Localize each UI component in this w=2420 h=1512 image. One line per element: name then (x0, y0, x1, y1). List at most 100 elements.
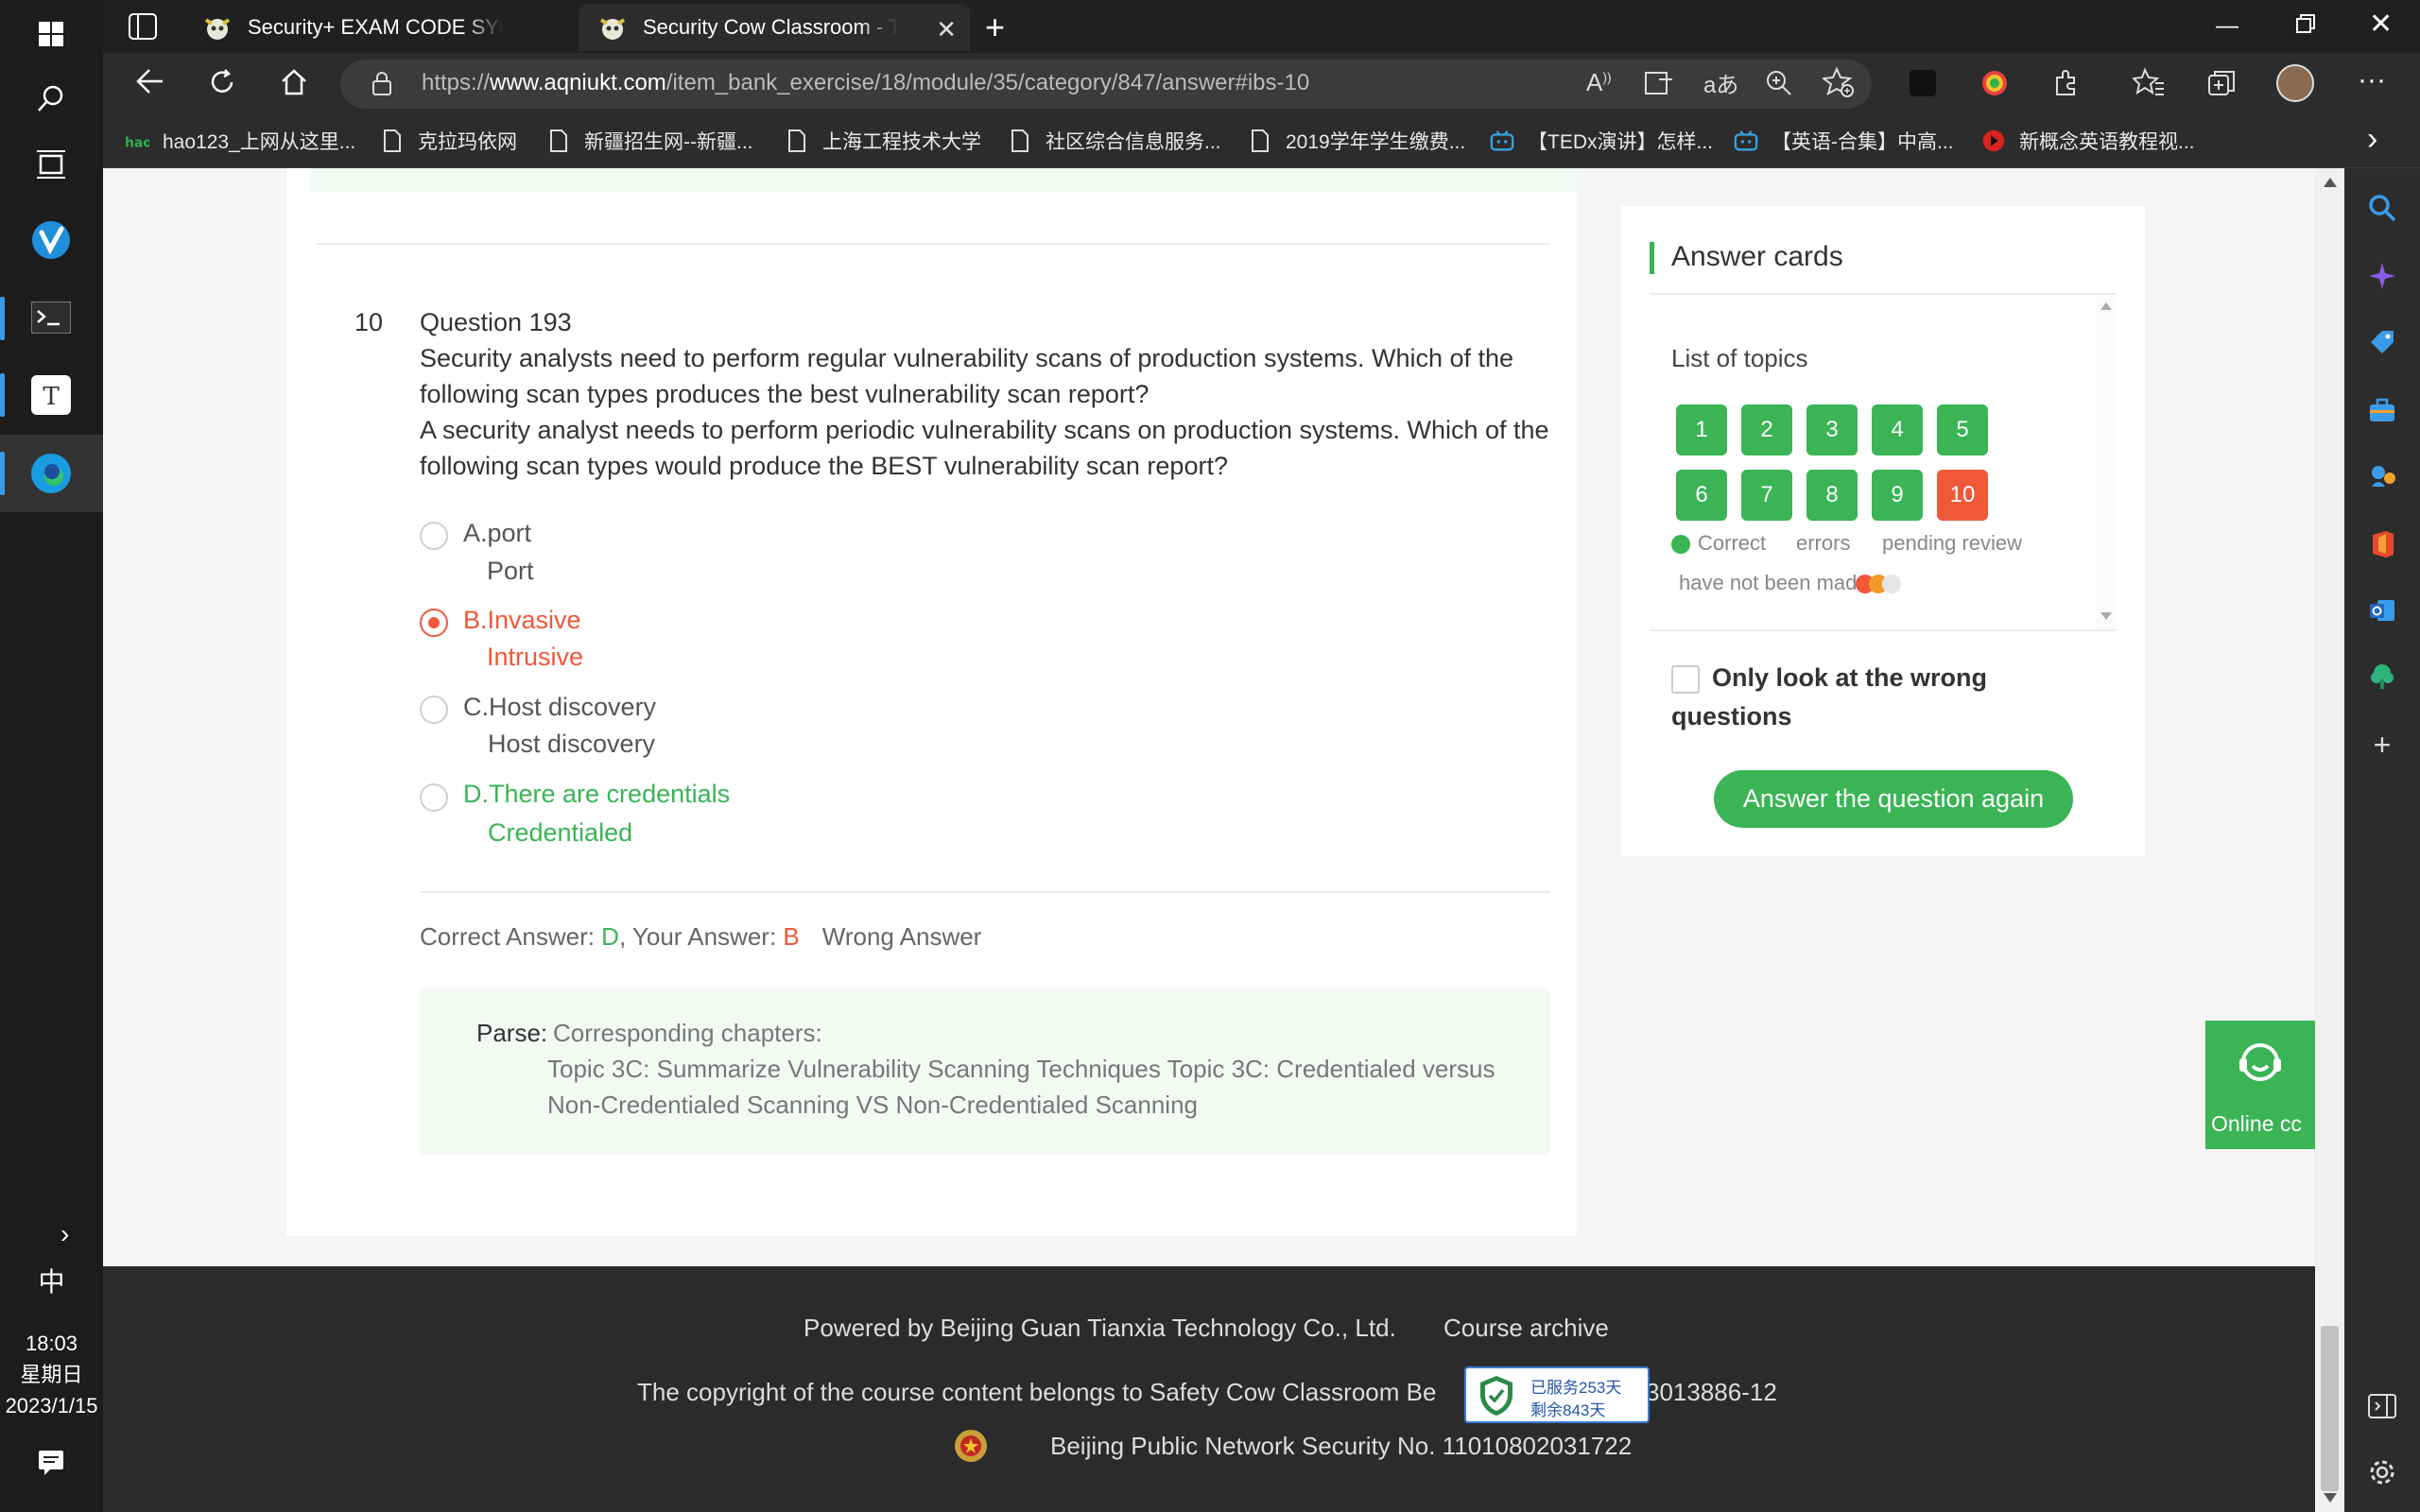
option-b-radio[interactable] (420, 609, 448, 637)
windows-taskbar: T › 中 18:03 星期日 2023/1/15 (0, 0, 103, 1512)
refresh-icon[interactable] (208, 68, 236, 96)
topic-number-1[interactable]: 1 (1676, 404, 1727, 455)
topic-number-3[interactable]: 3 (1806, 404, 1858, 455)
option-c-radio[interactable] (420, 696, 448, 724)
translate-icon[interactable]: aあ (1703, 66, 1738, 99)
restore-icon[interactable] (2295, 13, 2316, 34)
shopping-tag-icon[interactable] (2363, 323, 2401, 361)
close-tab-icon[interactable]: ✕ (936, 15, 957, 44)
option-d-radio[interactable] (420, 783, 448, 812)
outlook-icon[interactable] (2363, 592, 2401, 629)
office-icon[interactable] (2363, 525, 2401, 563)
option-b-label[interactable]: B.Invasive (463, 601, 581, 639)
close-window-icon[interactable]: ✕ (2369, 8, 2393, 41)
option-d-label[interactable]: D.There are credentials (463, 775, 730, 813)
terminal-icon[interactable] (21, 287, 81, 348)
new-tab-icon[interactable]: + (985, 8, 1005, 47)
extension-color-icon[interactable] (1979, 68, 2010, 98)
read-aloud-icon[interactable]: A)) (1586, 68, 1612, 97)
chevron-right-icon[interactable]: › (60, 1219, 69, 1249)
bookmarks-overflow-icon[interactable]: › (2367, 121, 2377, 158)
page-scrollbar[interactable] (2315, 168, 2344, 1512)
url-text[interactable]: https://www.aqniukt.com/item_bank_exerci… (422, 70, 1309, 96)
scroll-down-icon[interactable] (2324, 1493, 2337, 1503)
option-c-label[interactable]: C.Host discovery (463, 688, 656, 726)
footer-icp-number[interactable]: 3013886-12 (1646, 1378, 1777, 1407)
online-service-label: Online cc (2211, 1111, 2302, 1136)
topic-list-scroll[interactable]: List of topics 1 2 3 4 5 6 7 8 9 10 Corr… (1650, 295, 2117, 631)
option-a-label[interactable]: A.port (463, 514, 531, 552)
answer-again-button[interactable]: Answer the question again (1714, 770, 2073, 828)
collections-icon[interactable] (2206, 68, 2237, 98)
hide-sidebar-icon[interactable] (2363, 1387, 2401, 1425)
settings-gear-icon[interactable] (2363, 1453, 2401, 1491)
topic-number-6[interactable]: 6 (1676, 470, 1727, 521)
topic-number-2[interactable]: 2 (1741, 404, 1792, 455)
scroll-up-icon[interactable] (2100, 302, 2112, 310)
bookmark-community[interactable]: 社区综合信息服务... (1008, 125, 1221, 157)
extensions-icon[interactable] (2051, 68, 2082, 98)
tab-security-exam[interactable]: Security+ EXAM CODE SY0-601 - (183, 4, 573, 51)
bookmark-tedx[interactable]: 【TEDx演讲】怎样... (1490, 125, 1713, 157)
scroll-up-icon[interactable] (2324, 178, 2337, 187)
typora-icon[interactable]: T (21, 365, 81, 425)
parse-line: Topic 3C: Summarize Vulnerability Scanni… (547, 1055, 1495, 1083)
topic-number-5[interactable]: 5 (1937, 404, 1988, 455)
bookmark-karamay[interactable]: 克拉玛依网 (380, 125, 517, 157)
back-icon[interactable] (134, 66, 164, 96)
more-menu-icon[interactable]: ··· (2358, 64, 2386, 96)
bookmark-english[interactable]: 【英语-合集】中高... (1734, 125, 1954, 157)
wrong-only-label-2[interactable]: questions (1671, 702, 1792, 731)
search-icon[interactable] (2363, 189, 2401, 227)
add-favorite-icon[interactable] (1823, 66, 1855, 98)
topic-number-4[interactable]: 4 (1872, 404, 1923, 455)
reader-mode-icon[interactable] (1645, 70, 1673, 96)
extension-black-icon[interactable] (1910, 70, 1936, 96)
v-app-icon[interactable] (21, 210, 81, 270)
add-sidebar-app-icon[interactable]: + (2363, 726, 2401, 764)
footer-course-archive-link[interactable]: Course archive (1443, 1314, 1609, 1343)
topic-number-7[interactable]: 7 (1741, 470, 1792, 521)
edge-icon[interactable] (21, 443, 81, 504)
bookmark-new-concept[interactable]: 新概念英语教程视... (1981, 125, 2195, 157)
divider (420, 891, 1550, 893)
topic-number-10[interactable]: 10 (1937, 470, 1988, 521)
topic-number-9[interactable]: 9 (1872, 470, 1923, 521)
topic-number-8[interactable]: 8 (1806, 470, 1858, 521)
tab-security-cow-classroom[interactable]: Security Cow Classroom - The lea ✕ (579, 4, 970, 51)
windows-start-icon[interactable] (21, 4, 81, 64)
scroll-down-icon[interactable] (2100, 612, 2112, 620)
minimize-icon[interactable]: — (2216, 13, 2238, 40)
search-icon[interactable] (21, 68, 81, 129)
tools-briefcase-icon[interactable] (2363, 391, 2401, 429)
bookmark-sues[interactable]: 上海工程技术大学 (785, 125, 981, 157)
profile-avatar[interactable] (2276, 64, 2314, 102)
shield-icon (1478, 1374, 1515, 1418)
bookmark-xinjiang[interactable]: 新疆招生网--新疆... (546, 125, 753, 157)
online-service-button[interactable]: Online cc (2205, 1021, 2315, 1149)
question-number: 10 (354, 308, 384, 336)
service-days-badge[interactable]: 已服务253天 剩余843天 (1464, 1366, 1650, 1423)
ime-indicator[interactable]: 中 (0, 1262, 103, 1299)
topic-list-scrollbar[interactable] (2096, 295, 2117, 629)
lock-icon[interactable] (371, 70, 393, 96)
taskbar-clock[interactable]: 18:03 星期日 2023/1/15 (0, 1328, 103, 1421)
task-view-icon[interactable] (21, 134, 81, 195)
footer-security-number[interactable]: Beijing Public Network Security No. 1101… (948, 1432, 1632, 1461)
favorites-icon[interactable] (2133, 66, 2165, 98)
games-icon[interactable] (2363, 457, 2401, 495)
tree-icon[interactable] (2363, 658, 2401, 696)
answer-card-panel: Answer cards List of topics 1 2 3 4 5 6 … (1621, 206, 2145, 856)
zoom-icon[interactable] (1764, 68, 1792, 96)
scroll-thumb[interactable] (2321, 1326, 2339, 1491)
badge-served-days: 已服务253天 (1530, 1379, 1622, 1397)
notification-icon[interactable] (21, 1432, 81, 1492)
tab-actions-icon[interactable] (129, 13, 157, 40)
wrong-only-checkbox[interactable] (1671, 665, 1700, 694)
option-a-radio[interactable] (420, 522, 448, 550)
bookmark-hao123[interactable]: hao hao123_上网从这里... (125, 125, 355, 157)
bookmark-fees[interactable]: 2019学年学生缴费... (1248, 125, 1465, 157)
home-icon[interactable] (280, 68, 308, 96)
copilot-sparkle-icon[interactable] (2363, 257, 2401, 295)
wrong-only-label[interactable]: Only look at the wrong (1712, 663, 1987, 693)
